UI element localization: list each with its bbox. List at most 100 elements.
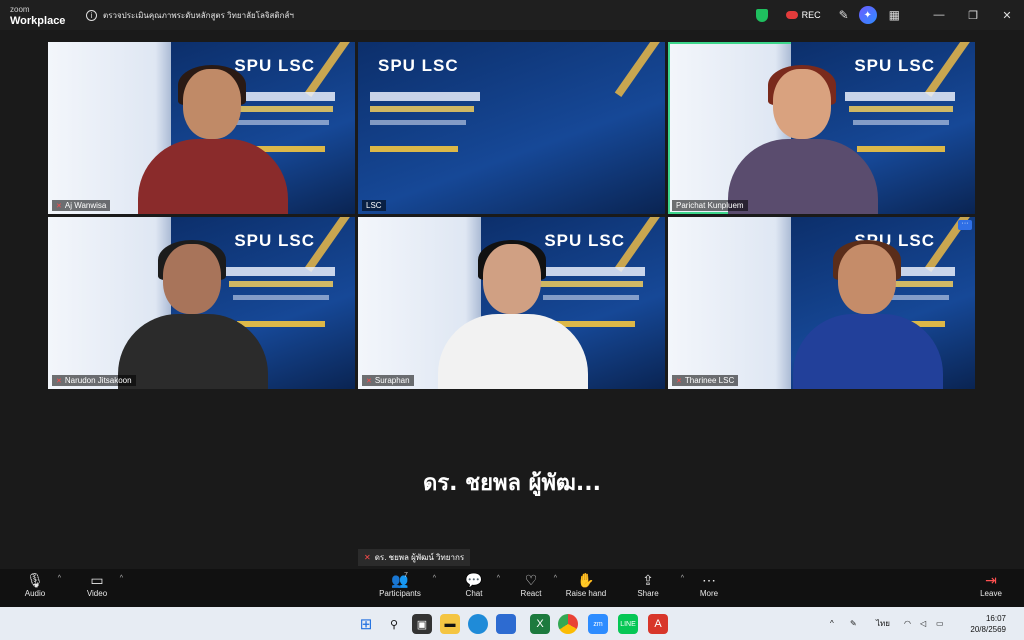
- participants-count: 7: [404, 572, 408, 579]
- participant-name-tag: ✕ Narudon Jitsakoon: [52, 375, 136, 386]
- meeting-title: ตรวจประเมินคุณภาพระดับหลักสูตร วิทยาลัยโ…: [103, 10, 294, 20]
- chat-icon: 💬: [465, 572, 483, 588]
- pdf-reader-icon[interactable]: A: [648, 614, 668, 634]
- participants-label: Participants: [379, 589, 421, 598]
- store-icon[interactable]: [496, 614, 516, 634]
- line-app-icon[interactable]: LINE: [618, 614, 638, 634]
- logo-top: zoom: [10, 4, 30, 14]
- react-label: React: [520, 589, 542, 598]
- participant-video: [728, 65, 878, 214]
- muted-mic-icon: ✕: [364, 553, 371, 562]
- participant-name-tag: Parichat Kunpluem: [672, 200, 748, 211]
- title-bar: zoom Workplace i ตรวจประเมินคุณภาพระดับห…: [0, 0, 1024, 30]
- task-view-icon[interactable]: ▣: [412, 614, 432, 634]
- magic-wand-icon[interactable]: ✎: [839, 8, 849, 22]
- chrome-icon[interactable]: [558, 614, 578, 634]
- chevron-up-icon[interactable]: ^: [497, 575, 500, 582]
- more-label: More: [699, 589, 719, 598]
- more-icon: ⋯: [702, 572, 716, 588]
- video-label: Video: [86, 589, 108, 598]
- video-tile[interactable]: SPU LSC ✕ Aj Wanwisa: [48, 42, 355, 214]
- security-shield-icon[interactable]: [755, 8, 768, 22]
- zoom-logo: zoom Workplace: [10, 4, 70, 27]
- participants-button[interactable]: 👥 7 Participants ^: [370, 572, 436, 598]
- participant-name-tag: ✕ Aj Wanwisa: [52, 200, 111, 211]
- excel-icon[interactable]: X: [530, 614, 550, 634]
- battery-icon[interactable]: ▭: [936, 607, 944, 640]
- participant-name: Narudon Jitsakoon: [64, 376, 132, 385]
- close-button[interactable]: ✕: [990, 9, 1024, 22]
- raise-hand-label: Raise hand: [565, 589, 607, 598]
- chevron-up-icon[interactable]: ^: [120, 575, 123, 582]
- react-button[interactable]: ♡ React ^: [501, 572, 561, 598]
- participant-name: Tharinee LSC: [684, 376, 735, 385]
- chevron-up-icon[interactable]: ^: [58, 575, 61, 582]
- participant-name-tag: ✕ Tharinee LSC: [672, 375, 739, 386]
- share-screen-icon: ⇪: [642, 572, 654, 588]
- search-icon[interactable]: ⚲: [384, 614, 404, 634]
- active-speaker-name: ดร. ชยพล ผู้พัฒน์ วิทยากร: [374, 553, 465, 562]
- participant-video: [138, 65, 288, 214]
- muted-mic-icon: ✕: [366, 377, 372, 385]
- participant-name: Parichat Kunpluem: [676, 201, 744, 210]
- zoom-app-icon[interactable]: zm: [588, 614, 608, 634]
- edge-browser-icon[interactable]: [468, 614, 488, 634]
- speaker-icon[interactable]: ◁: [920, 607, 926, 640]
- banner-brand: SPU LSC: [378, 56, 459, 75]
- muted-mic-icon: ✕: [676, 377, 682, 385]
- video-tile[interactable]: SPU LSC ✕ Suraphan: [358, 217, 665, 389]
- muted-mic-icon: ✕: [56, 377, 62, 385]
- chat-label: Chat: [465, 589, 483, 598]
- ai-companion-icon[interactable]: ✦: [858, 6, 877, 24]
- participants-icon: 👥: [391, 572, 409, 588]
- chat-button[interactable]: 💬 Chat ^: [444, 572, 504, 598]
- participant-name-tag: ✕ Suraphan: [362, 375, 414, 386]
- tray-expand-icon[interactable]: ^: [830, 607, 834, 640]
- more-button[interactable]: ⋯ More: [679, 572, 739, 598]
- live-caption: ดร. ชยพล ผู้พัฒ...: [423, 471, 601, 496]
- leave-door-icon: ⇥: [985, 572, 997, 588]
- pen-icon[interactable]: ✎: [850, 607, 857, 640]
- chevron-up-icon[interactable]: ^: [433, 575, 436, 582]
- audio-button[interactable]: 🎙 Audio ^: [5, 572, 65, 598]
- heart-icon: ♡: [524, 572, 538, 588]
- video-tile[interactable]: SPU LSC LSC: [358, 42, 665, 214]
- leave-button[interactable]: ⇥ Leave: [961, 572, 1021, 598]
- logo-bottom: Workplace: [10, 14, 66, 27]
- raise-hand-button[interactable]: ✋ Raise hand: [556, 572, 616, 598]
- windows-taskbar: ⊞ ⚲ ▣ ▬ X zm LINE A ^ ✎ ไทย ◠ ◁ ▭ 16:07 …: [0, 607, 1024, 640]
- cloud-record-icon: [785, 11, 798, 19]
- wifi-icon[interactable]: ◠: [904, 607, 911, 640]
- clock-time: 16:07: [985, 614, 1006, 623]
- video-tile-active-speaker[interactable]: SPU LSC Parichat Kunpluem: [668, 42, 975, 214]
- info-icon[interactable]: i: [86, 9, 97, 21]
- active-speaker-tag: ✕ ดร. ชยพล ผู้พัฒน์ วิทยากร: [358, 549, 471, 566]
- participant-name: LSC: [366, 201, 382, 210]
- participant-name: Suraphan: [374, 376, 410, 385]
- video-tile[interactable]: SPU LSC ··· ✕ Tharinee LSC: [668, 217, 975, 389]
- share-label: Share: [637, 589, 659, 598]
- video-button[interactable]: ▭ Video ^: [67, 572, 127, 598]
- microphone-icon: 🎙: [26, 572, 44, 588]
- video-tile[interactable]: SPU LSC ✕ Narudon Jitsakoon: [48, 217, 355, 389]
- tile-more-options-button[interactable]: ···: [958, 220, 972, 230]
- participant-video: [118, 240, 268, 389]
- leave-label: Leave: [980, 589, 1002, 598]
- file-explorer-icon[interactable]: ▬: [440, 614, 460, 634]
- audio-label: Audio: [24, 589, 46, 598]
- recording-indicator[interactable]: REC: [785, 10, 821, 20]
- share-button[interactable]: ⇪ Share ^: [618, 572, 684, 598]
- meeting-toolbar: 🎙 Audio ^ ▭ Video ^ 👥 7 Participants ^ 💬…: [0, 569, 1024, 607]
- participant-video: [793, 240, 943, 389]
- participant-name-tag: LSC: [362, 200, 386, 211]
- windows-start-icon[interactable]: ⊞: [356, 614, 376, 634]
- system-clock[interactable]: 16:07 20/8/2569: [970, 613, 1006, 635]
- input-language[interactable]: ไทย: [876, 607, 890, 640]
- hand-icon: ✋: [577, 572, 595, 588]
- participant-video: [438, 240, 588, 389]
- apps-grid-icon[interactable]: ▦: [889, 8, 900, 22]
- clock-date: 20/8/2569: [970, 625, 1006, 634]
- minimize-button[interactable]: —: [922, 9, 956, 21]
- participant-name: Aj Wanwisa: [64, 201, 107, 210]
- restore-button[interactable]: ❐: [956, 9, 990, 22]
